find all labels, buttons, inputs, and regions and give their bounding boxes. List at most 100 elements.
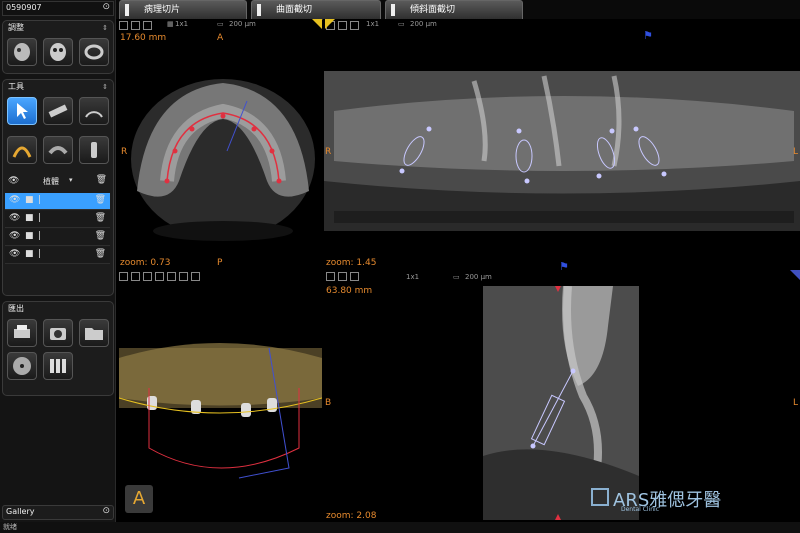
adjust-panel: 調整 ⇕ xyxy=(2,20,114,74)
tab-panoramic-cut[interactable]: 曲面截切 xyxy=(251,0,381,20)
orientation-right: L xyxy=(792,147,798,157)
export-panel: 匯出 xyxy=(2,301,114,396)
grid-size: 1x1 xyxy=(406,273,420,281)
skull-side-button[interactable] xyxy=(7,38,37,66)
view-toolbar[interactable] xyxy=(326,272,362,283)
implant-layer-3[interactable]: 👁 ■ | 🗑 xyxy=(5,229,110,246)
color-swatch: ■ xyxy=(25,195,34,205)
adjust-title: 調整 xyxy=(8,23,24,32)
tab-indicator xyxy=(391,4,395,16)
corner-marker xyxy=(312,19,322,29)
grid-icon[interactable]: ▦ xyxy=(167,20,174,28)
corner-marker xyxy=(790,270,800,280)
implant-icon: | xyxy=(38,231,42,241)
scale-icon: ▭ xyxy=(217,20,224,28)
clinic-subtitle: Dental Clinic xyxy=(621,506,660,513)
orientation-left: R xyxy=(325,147,332,157)
tab-label: 曲面截切 xyxy=(276,5,313,15)
tab-indicator xyxy=(125,4,129,16)
grid-size: 1x1 xyxy=(175,20,189,28)
scale-label: 200 µm xyxy=(410,20,437,28)
tab-bar: 病理切片 曲面截切 傾斜面截切 xyxy=(116,0,800,20)
distance-label: 17.60 mm xyxy=(120,33,167,43)
implant-layer-1[interactable]: 👁 ■ | 🗑 xyxy=(5,193,110,210)
eye-icon[interactable]: 👁 xyxy=(9,195,20,205)
chevron-down-icon[interactable]: ▾ xyxy=(69,176,73,184)
eye-icon[interactable]: 👁 xyxy=(9,213,20,223)
trash-icon[interactable]: 🗑 xyxy=(95,195,106,205)
trash-icon[interactable]: 🗑 xyxy=(95,231,106,241)
gallery-label: Gallery xyxy=(6,507,35,516)
implant-icon: | xyxy=(38,249,42,259)
orientation-right: L xyxy=(792,398,798,408)
gallery-bar[interactable]: Gallery ⊙ xyxy=(2,505,114,520)
panoramic-ct-image xyxy=(324,71,800,231)
zoom-label: zoom: 1.45 xyxy=(326,258,377,268)
implant-icon: | xyxy=(38,195,42,205)
tools-title: 工具 xyxy=(8,82,24,91)
orientation-gizmo-icon[interactable]: ⚑ xyxy=(643,29,653,42)
tab-oblique-cut[interactable]: 傾斜面截切 xyxy=(385,0,523,20)
color-swatch: ■ xyxy=(25,213,34,223)
orientation-top: A xyxy=(217,33,224,43)
status-bar: 就绪 xyxy=(0,522,800,533)
cross-section-view[interactable]: 1x1 ▭ 200 µm 63.80 mm ⚑ B L zoom: 2.08 A… xyxy=(323,260,800,522)
scale-label: 200 µm xyxy=(229,20,256,28)
gallery-expand-icon[interactable]: ⊙ xyxy=(102,506,110,516)
eye-icon[interactable]: 👁 xyxy=(8,176,19,186)
export-title: 匯出 xyxy=(8,304,24,313)
axial-view[interactable]: ▦ 1x1 ▭ 200 µm 17.60 mm A R P zoom: 0.73 xyxy=(117,19,322,269)
trash-icon[interactable]: 🗑 xyxy=(95,249,106,259)
tools-panel: 工具 ⇕ 👁 植體 ▾ 🗑 👁 ■ | 🗑 👁 ■ | 🗑 👁 ■ | 🗑 👁 ■ | 🗑 xyxy=(2,79,114,296)
print-button[interactable] xyxy=(7,319,37,347)
implant-layer-4[interactable]: 👁 ■ | 🗑 xyxy=(5,247,110,264)
expand-icon[interactable]: ⇕ xyxy=(102,80,108,94)
arch-tool-button[interactable] xyxy=(7,136,37,164)
tab-pathology[interactable]: 病理切片 xyxy=(119,0,247,20)
tab-indicator xyxy=(257,4,261,16)
volume-render-image xyxy=(119,343,322,479)
layers-header: 👁 植體 ▾ 🗑 xyxy=(5,175,110,189)
expand-icon[interactable]: ⇕ xyxy=(102,21,108,35)
angle-tool-button[interactable] xyxy=(79,97,109,125)
implant-icon: | xyxy=(38,213,42,223)
teeth-export-button[interactable] xyxy=(43,352,73,380)
camera-button[interactable] xyxy=(43,319,73,347)
color-swatch: ■ xyxy=(25,249,34,259)
scale-label: 200 µm xyxy=(465,273,492,281)
zoom-label: zoom: 0.73 xyxy=(120,258,171,268)
trash-icon[interactable]: 🗑 xyxy=(96,175,107,185)
settings-icon[interactable]: ⊙ xyxy=(102,2,110,12)
eye-icon[interactable]: 👁 xyxy=(9,231,20,241)
left-panel: 0590907 ⊙ 調整 ⇕ 工具 ⇕ 👁 植體 ▾ 🗑 👁 ■ | 🗑 👁 ■ | 🗑 👁 xyxy=(0,0,800,533)
view-toolbar[interactable] xyxy=(119,21,155,32)
implant-layer-2[interactable]: 👁 ■ | 🗑 xyxy=(5,211,110,228)
volume-view[interactable]: A xyxy=(117,270,322,522)
scale-icon: ▭ xyxy=(398,20,405,28)
trash-icon[interactable]: 🗑 xyxy=(95,213,106,223)
folder-button[interactable] xyxy=(79,319,109,347)
grid-size: 1x1 xyxy=(366,20,380,28)
anterior-view-badge[interactable]: A xyxy=(125,485,153,513)
clinic-logo-icon xyxy=(591,488,609,506)
orientation-gizmo-icon[interactable]: ⚑ xyxy=(559,260,569,273)
nerve-tool-button[interactable] xyxy=(43,136,73,164)
implant-tool-button[interactable] xyxy=(79,136,109,164)
patient-id-field[interactable]: 0590907 ⊙ xyxy=(2,1,114,16)
orientation-bottom: P xyxy=(217,258,223,268)
orientation-left: B xyxy=(325,398,332,408)
eye-icon[interactable]: 👁 xyxy=(9,249,20,259)
axial-ct-image xyxy=(131,79,315,241)
pointer-tool-button[interactable] xyxy=(7,97,37,125)
tab-label: 傾斜面截切 xyxy=(410,5,456,15)
panoramic-view[interactable]: 1x1 ▭ 200 µm ⚑ R L zoom: 1.45 xyxy=(323,19,800,269)
patient-id: 0590907 xyxy=(6,3,42,12)
skull-front-button[interactable] xyxy=(43,38,73,66)
status-text: 就绪 xyxy=(3,523,17,531)
jaw-button[interactable] xyxy=(79,38,109,66)
ruler-tool-button[interactable] xyxy=(43,97,73,125)
cd-button[interactable] xyxy=(7,352,37,380)
corner-marker xyxy=(325,19,335,29)
view-toolbar[interactable] xyxy=(119,272,203,283)
layers-header-label: 植體 xyxy=(43,177,59,186)
